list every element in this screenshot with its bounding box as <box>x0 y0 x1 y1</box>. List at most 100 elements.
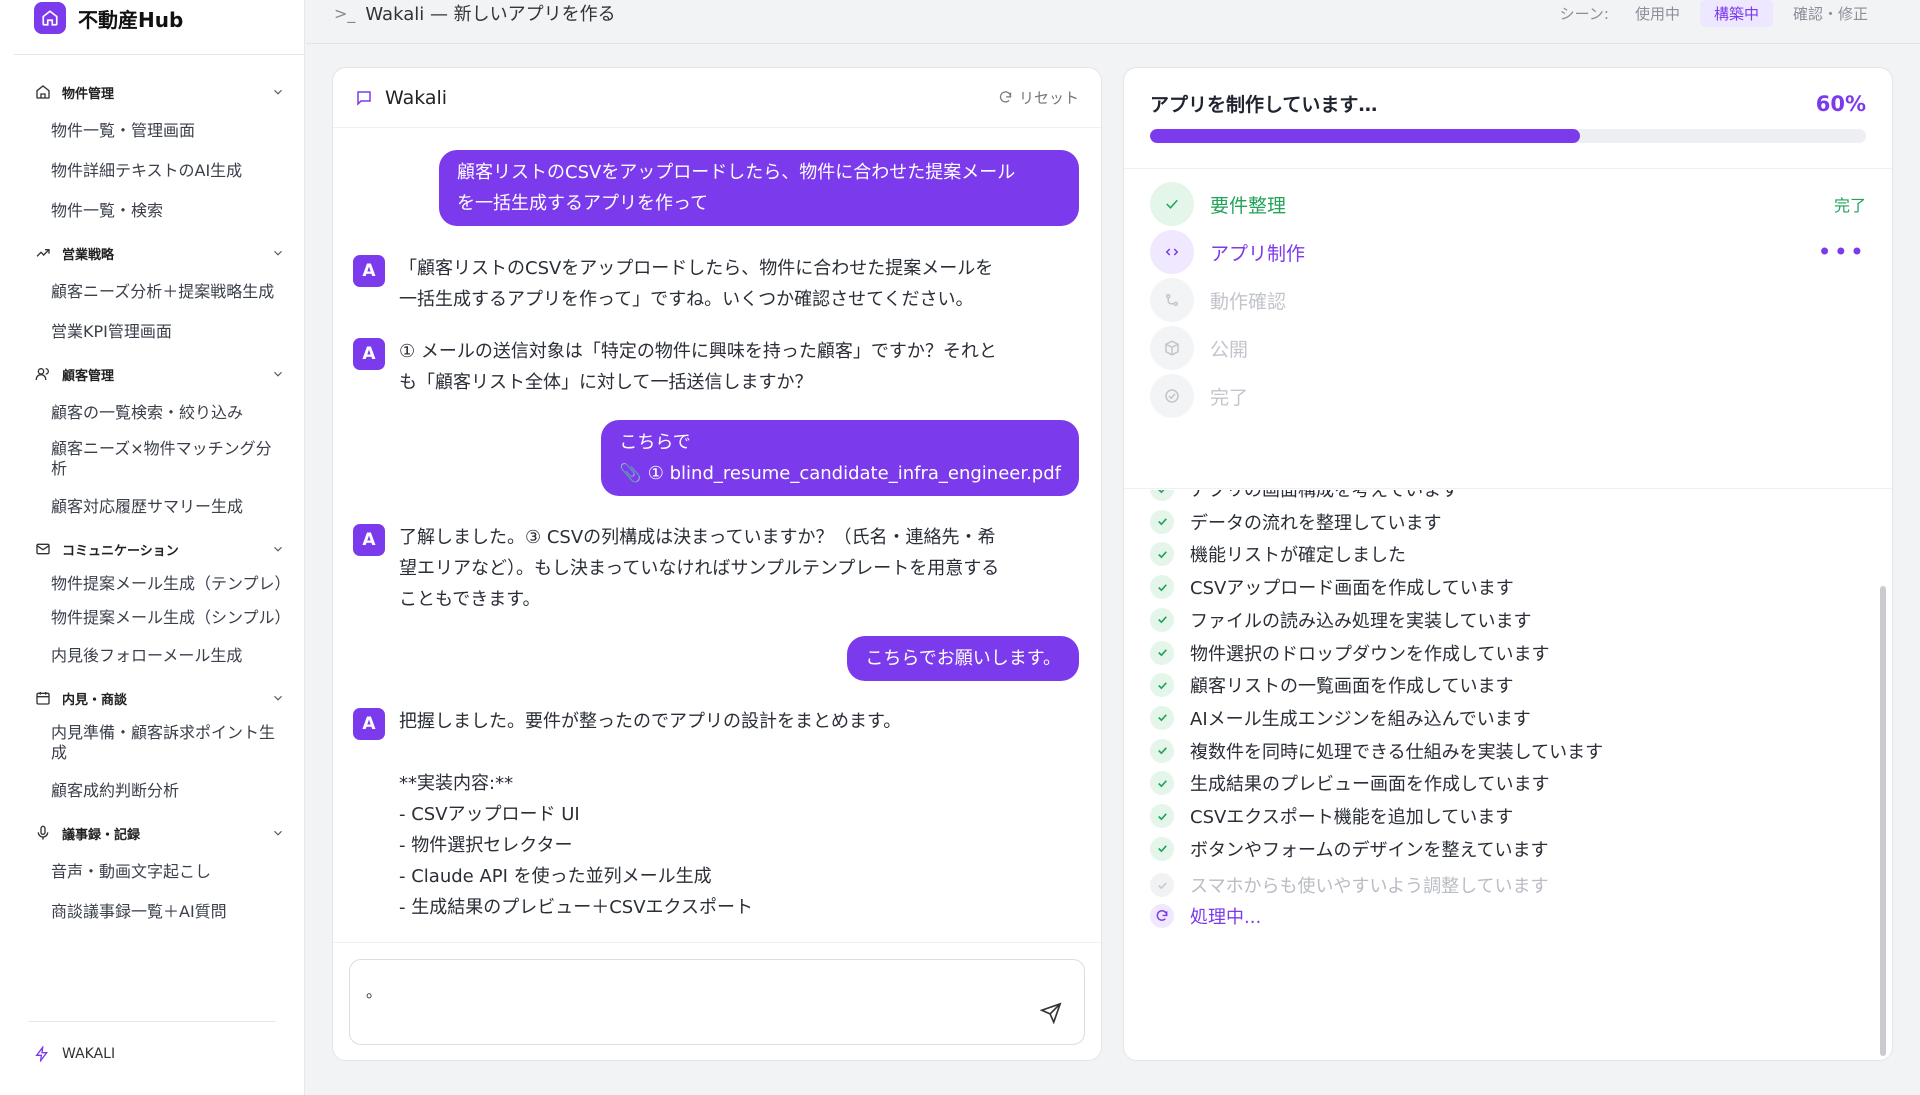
scene-tab-review[interactable]: 確認・修正 <box>1779 0 1882 27</box>
build-log-text: 複数件を同時に処理できる仕組みを実装しています <box>1190 741 1604 763</box>
sidebar-item[interactable]: 内見後フォローメール生成 <box>0 636 305 676</box>
avatar: A <box>353 708 385 740</box>
build-log-item: 物件選択のドロップダウンを作成しています <box>1150 640 1549 666</box>
assistant-message: A ① メールの送信対象は「特定の物件に興味を持った顧客」ですか？それと も「顧… <box>353 336 1041 398</box>
sidebar-item[interactable]: 顧客対応履歴サマリー生成 <box>0 487 305 527</box>
paperclip-icon: 📎 <box>619 463 642 484</box>
sidebar-nav: 物件管理 物件一覧・管理画面 物件詳細テキストのAI生成 物件一覧・検索営業戦略顧客ニ… <box>0 70 305 932</box>
build-log-item: AIメール生成エンジンを組み込んでいます <box>1150 705 1531 731</box>
sidebar-item[interactable]: 営業KPI管理画面 <box>0 312 305 352</box>
sidebar-item[interactable]: 商談議事録一覧＋AI質問 <box>0 892 305 932</box>
sidebar-item[interactable]: 顧客ニーズ分析＋提案戦略生成 <box>0 272 305 312</box>
build-log-item: 生成結果のプレビュー画面を作成しています <box>1150 770 1549 796</box>
sidebar-item[interactable]: 物件一覧・検索 <box>0 191 305 231</box>
sidebar-item[interactable]: 物件提案メール生成（テンプレ） <box>0 568 305 602</box>
sidebar-item[interactable]: 物件提案メール生成（シンプル） <box>0 602 305 636</box>
chevron-down-icon[interactable] <box>271 246 285 260</box>
refresh-icon <box>999 91 1012 103</box>
home-icon <box>34 83 52 101</box>
avatar: A <box>353 338 385 370</box>
sidebar-section-viewing[interactable]: 内見・商談 <box>0 679 305 717</box>
chat-panel: Wakali リセット 顧客リストのCSVをアップロードしたら、物件に合わせた提… <box>332 67 1102 1061</box>
avatar: A <box>353 524 385 556</box>
build-log-list: アプリの画面構成を考えています データの流れを整理しています 機能リストが確定しまし… <box>1124 490 1878 1060</box>
build-log-item: アプリの画面構成を考えています <box>1150 490 1459 502</box>
scene-label: シーン: <box>1559 5 1609 23</box>
send-icon[interactable] <box>1040 1002 1062 1024</box>
chevron-down-icon[interactable] <box>271 85 285 99</box>
sidebar-item[interactable]: 顧客成約判断分析 <box>0 771 305 811</box>
build-log-text: スマホからも使いやすいよう調整しています <box>1190 876 1549 898</box>
build-log-item: 複数件を同時に処理できる仕組みを実装しています <box>1150 738 1603 764</box>
check-icon <box>1150 771 1174 796</box>
sidebar-divider <box>14 54 304 55</box>
sidebar-item[interactable]: 顧客の一覧検索・絞り込み <box>0 393 305 433</box>
sidebar-item[interactable]: 顧客ニーズ×物件マッチング分析 <box>0 433 305 487</box>
build-log-item: 顧客リストの一覧画面を作成しています <box>1150 672 1513 698</box>
assistant-message: A 「顧客リストのCSVをアップロードしたら、物件に合わせた提案メールを 一括生… <box>353 253 1041 315</box>
step-label: 完了 <box>1210 386 1249 409</box>
progress-bar-fill <box>1150 129 1580 143</box>
scene-tab-building[interactable]: 構築中 <box>1699 0 1773 27</box>
message-text: こちらでお願いします。 <box>865 648 1061 669</box>
build-progress-panel: アプリを制作しています… 60% 要件整理 完了 アプリ制作 ••• 動作確認 公開 完了 … <box>1123 67 1893 1061</box>
message-text: 把握しました。要件が整ったのでアプリの設計をまとめます。 **実装内容:** -… <box>399 711 902 918</box>
progress-title: アプリを制作しています… <box>1150 94 1378 116</box>
build-log-item: CSVアップロード画面を作成しています <box>1150 574 1514 600</box>
build-log-text: 処理中... <box>1190 907 1262 929</box>
topbar: >_ Wakali — 新しいアプリを作る シーン: 使用中 構築中 確認・修正 <box>306 0 1920 44</box>
check-icon <box>1150 738 1174 763</box>
user-message: こちらでお願いします。 <box>847 636 1079 681</box>
build-log-text: CSVアップロード画面を作成しています <box>1190 578 1514 600</box>
users-icon <box>34 365 52 383</box>
build-log-text: ボタンやフォームのデザインを整えています <box>1190 839 1549 861</box>
sidebar-item-wakali[interactable]: WAKALI <box>34 1046 115 1062</box>
message-text: 「顧客リストのCSVをアップロードしたら、物件に合わせた提案メールを 一括生成す… <box>399 258 994 310</box>
sidebar-section-comm[interactable]: コミュニケーション <box>0 530 305 568</box>
brand[interactable]: 不動産Hub <box>34 2 183 34</box>
sidebar-item[interactable]: 物件一覧・管理画面 <box>0 111 305 151</box>
home-icon <box>34 2 66 34</box>
loading-icon <box>1150 904 1174 929</box>
check-icon <box>1150 836 1174 861</box>
message-text: こちらで <box>619 432 691 453</box>
chat-input[interactable]: 。 <box>349 959 1085 1045</box>
sidebar-section-customer[interactable]: 顧客管理 <box>0 355 305 393</box>
page-title: >_ Wakali — 新しいアプリを作る <box>334 0 616 26</box>
sidebar-item[interactable]: 音声・動画文字起こし <box>0 852 305 892</box>
step-list: 要件整理 完了 アプリ制作 ••• 動作確認 公開 完了 <box>1124 168 1892 489</box>
reset-button[interactable]: リセット <box>998 87 1079 108</box>
step-label: 動作確認 <box>1210 290 1287 313</box>
attachment[interactable]: 📎 ① blind_resume_candidate_infra_enginee… <box>619 458 1061 489</box>
sidebar-item[interactable]: 物件詳細テキストのAI生成 <box>0 151 305 191</box>
user-message: こちらで 📎 ① blind_resume_candidate_infra_en… <box>601 420 1079 496</box>
build-log-text: データの流れを整理しています <box>1190 512 1442 534</box>
sidebar-section-minutes[interactable]: 議事録・記録 <box>0 814 305 852</box>
chat-input-value: 。 <box>366 982 383 1001</box>
sidebar-item[interactable]: 内見準備・顧客訴求ポイント生成 <box>0 717 305 771</box>
scrollbar[interactable] <box>1880 586 1886 1056</box>
scene-tab-using[interactable]: 使用中 <box>1621 0 1694 27</box>
chevron-down-icon[interactable] <box>271 367 285 381</box>
step-label: 公開 <box>1210 338 1249 361</box>
reset-label: リセット <box>1018 89 1079 107</box>
sidebar-section-label: 営業戦略 <box>62 247 115 263</box>
sidebar-section-label: 議事録・記録 <box>62 827 141 843</box>
sidebar-section-property[interactable]: 物件管理 <box>0 73 305 111</box>
page-title-text: Wakali — 新しいアプリを作る <box>365 4 616 25</box>
check-icon <box>1150 542 1174 567</box>
mail-icon <box>34 540 52 558</box>
chevron-down-icon[interactable] <box>271 542 285 556</box>
user-message: 顧客リストのCSVをアップロードしたら、物件に合わせた提案メール を一括生成する… <box>439 150 1079 226</box>
step-status: ••• <box>1817 238 1866 266</box>
check-icon <box>1150 673 1174 698</box>
chevron-down-icon[interactable] <box>271 691 285 705</box>
chat-title: Wakali <box>385 86 448 109</box>
sidebar-section-sales[interactable]: 営業戦略 <box>0 234 305 272</box>
chat-header: Wakali リセット <box>333 68 1101 128</box>
chevron-down-icon[interactable] <box>271 826 285 840</box>
build-log-text: 生成結果のプレビュー画面を作成しています <box>1190 774 1550 796</box>
step-label: アプリ制作 <box>1210 242 1306 265</box>
build-log-text: アプリの画面構成を考えています <box>1190 490 1460 501</box>
build-log-item: 処理中... <box>1150 903 1261 929</box>
